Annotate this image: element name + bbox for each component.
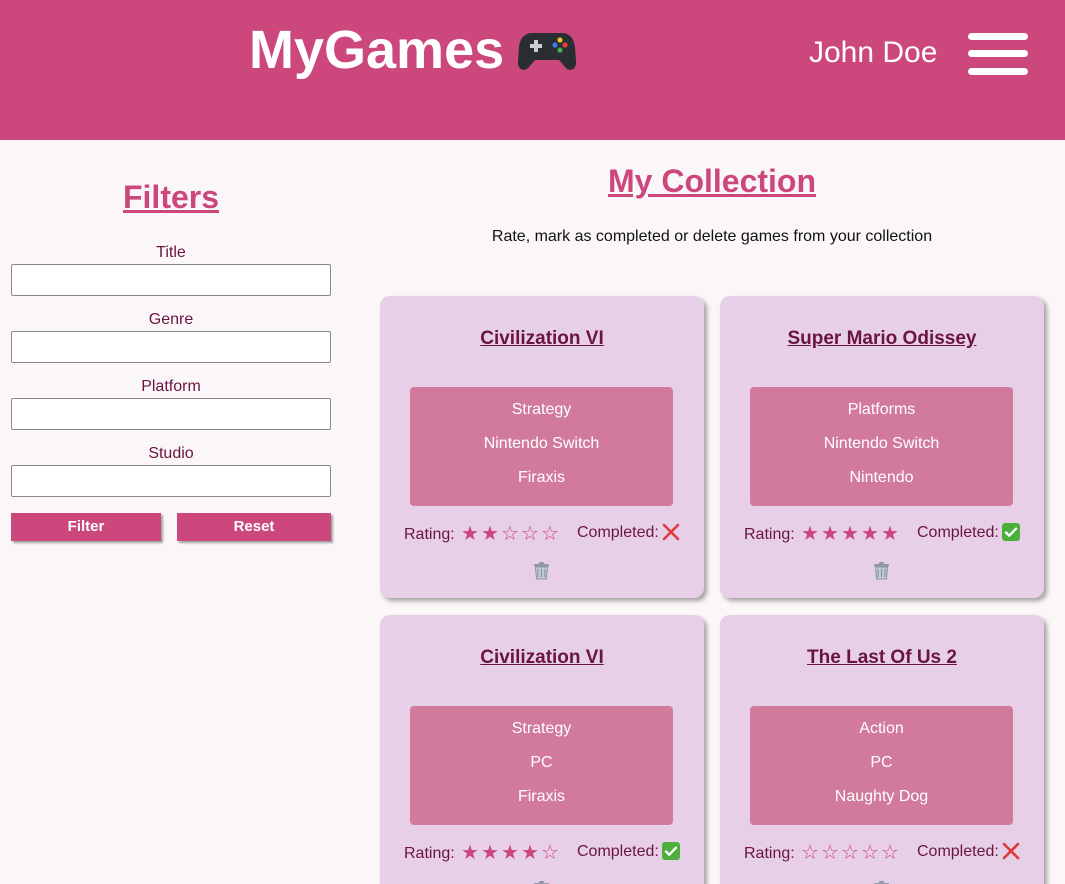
completed-label: Completed: bbox=[577, 524, 659, 541]
filled-star-icon[interactable]: ★ bbox=[840, 521, 860, 545]
studio-filter-input[interactable] bbox=[11, 465, 331, 497]
platform-filter-input[interactable] bbox=[11, 398, 331, 430]
empty-star-icon[interactable]: ☆ bbox=[500, 521, 520, 545]
filled-star-icon[interactable]: ★ bbox=[800, 521, 820, 545]
game-studio: Firaxis bbox=[517, 469, 566, 486]
filled-star-icon[interactable]: ★ bbox=[860, 521, 880, 545]
game-title[interactable]: Super Mario Odissey bbox=[720, 328, 1044, 350]
game-genre: Action bbox=[859, 720, 904, 737]
completed-label: Completed: bbox=[577, 843, 659, 860]
empty-star-icon[interactable]: ☆ bbox=[540, 840, 560, 864]
rating-label: Rating: bbox=[744, 845, 795, 862]
brand-title[interactable]: MyGames bbox=[249, 20, 504, 80]
green-check-icon[interactable] bbox=[662, 842, 680, 860]
game-genre: Strategy bbox=[511, 401, 572, 418]
game-card: Super Mario Odissey Platforms Nintendo Swi… bbox=[720, 296, 1044, 598]
empty-star-icon[interactable]: ☆ bbox=[880, 840, 900, 864]
red-x-icon[interactable] bbox=[1002, 842, 1020, 860]
game-genre: Strategy bbox=[511, 720, 572, 737]
game-platform: Nintendo Switch bbox=[483, 435, 600, 452]
filled-star-icon[interactable]: ★ bbox=[460, 521, 480, 545]
filled-star-icon[interactable]: ★ bbox=[880, 521, 900, 545]
trash-can-icon[interactable] bbox=[873, 562, 890, 580]
game-title[interactable]: Civilization VI bbox=[380, 328, 704, 350]
game-platform: PC bbox=[530, 754, 553, 771]
menu-bar bbox=[968, 50, 1028, 57]
filled-star-icon[interactable]: ★ bbox=[480, 840, 500, 864]
platform-label: Platform bbox=[141, 378, 201, 395]
menu-bar bbox=[968, 33, 1028, 40]
user-name[interactable]: John Doe bbox=[809, 36, 937, 70]
game-studio: Naughty Dog bbox=[834, 788, 929, 805]
genre-label: Genre bbox=[148, 311, 194, 328]
top-header: MyGames John Doe bbox=[0, 0, 1065, 140]
gamepad-icon bbox=[518, 33, 577, 70]
genre-filter-input[interactable] bbox=[11, 331, 331, 363]
star-rating[interactable]: ★ ★ ☆ ☆ ☆ bbox=[460, 521, 560, 545]
filled-star-icon[interactable]: ★ bbox=[820, 521, 840, 545]
reset-button[interactable]: Reset bbox=[177, 513, 331, 541]
game-title[interactable]: Civilization VI bbox=[380, 647, 704, 669]
brand[interactable]: MyGames bbox=[249, 20, 577, 80]
game-platform: Nintendo Switch bbox=[823, 435, 940, 452]
filter-button[interactable]: Filter bbox=[11, 513, 161, 541]
trash-can-icon[interactable] bbox=[533, 562, 550, 580]
empty-star-icon[interactable]: ☆ bbox=[540, 521, 560, 545]
game-genre: Platforms bbox=[847, 401, 916, 418]
menu-bar bbox=[968, 68, 1028, 75]
collection-subtitle: Rate, mark as completed or delete games … bbox=[491, 228, 933, 245]
empty-star-icon[interactable]: ☆ bbox=[520, 521, 540, 545]
rating-label: Rating: bbox=[404, 526, 455, 543]
filled-star-icon[interactable]: ★ bbox=[480, 521, 500, 545]
filled-star-icon[interactable]: ★ bbox=[460, 840, 480, 864]
game-info-box: Strategy PC Firaxis bbox=[410, 706, 673, 825]
rating-label: Rating: bbox=[744, 526, 795, 543]
game-info-box: Strategy Nintendo Switch Firaxis bbox=[410, 387, 673, 506]
game-title[interactable]: The Last Of Us 2 bbox=[720, 647, 1044, 669]
filled-star-icon[interactable]: ★ bbox=[500, 840, 520, 864]
completed-label: Completed: bbox=[917, 843, 999, 860]
star-rating[interactable]: ☆ ☆ ☆ ☆ ☆ bbox=[800, 840, 900, 864]
empty-star-icon[interactable]: ☆ bbox=[840, 840, 860, 864]
filled-star-icon[interactable]: ★ bbox=[520, 840, 540, 864]
star-rating[interactable]: ★ ★ ★ ★ ★ bbox=[800, 521, 900, 545]
studio-label: Studio bbox=[148, 445, 194, 462]
filters-title: Filters bbox=[122, 179, 220, 215]
collection-title: My Collection bbox=[607, 163, 816, 199]
game-card: Civilization VI Strategy Nintendo Switch Fi… bbox=[380, 296, 704, 598]
empty-star-icon[interactable]: ☆ bbox=[820, 840, 840, 864]
title-filter-input[interactable] bbox=[11, 264, 331, 296]
completed-label: Completed: bbox=[917, 524, 999, 541]
empty-star-icon[interactable]: ☆ bbox=[800, 840, 820, 864]
game-card: The Last Of Us 2 Action PC Naughty Dog Ratin… bbox=[720, 615, 1044, 884]
empty-star-icon[interactable]: ☆ bbox=[860, 840, 880, 864]
game-studio: Nintendo bbox=[849, 469, 914, 486]
rating-label: Rating: bbox=[404, 845, 455, 862]
game-card: Civilization VI Strategy PC Firaxis Rating: ★… bbox=[380, 615, 704, 884]
red-x-icon[interactable] bbox=[662, 523, 680, 541]
green-check-icon[interactable] bbox=[1002, 523, 1020, 541]
game-info-box: Platforms Nintendo Switch Nintendo bbox=[750, 387, 1013, 506]
game-info-box: Action PC Naughty Dog bbox=[750, 706, 1013, 825]
game-studio: Firaxis bbox=[517, 788, 566, 805]
game-platform: PC bbox=[870, 754, 893, 771]
star-rating[interactable]: ★ ★ ★ ★ ☆ bbox=[460, 840, 560, 864]
title-label: Title bbox=[156, 244, 186, 261]
hamburger-menu-icon[interactable] bbox=[968, 33, 1028, 78]
